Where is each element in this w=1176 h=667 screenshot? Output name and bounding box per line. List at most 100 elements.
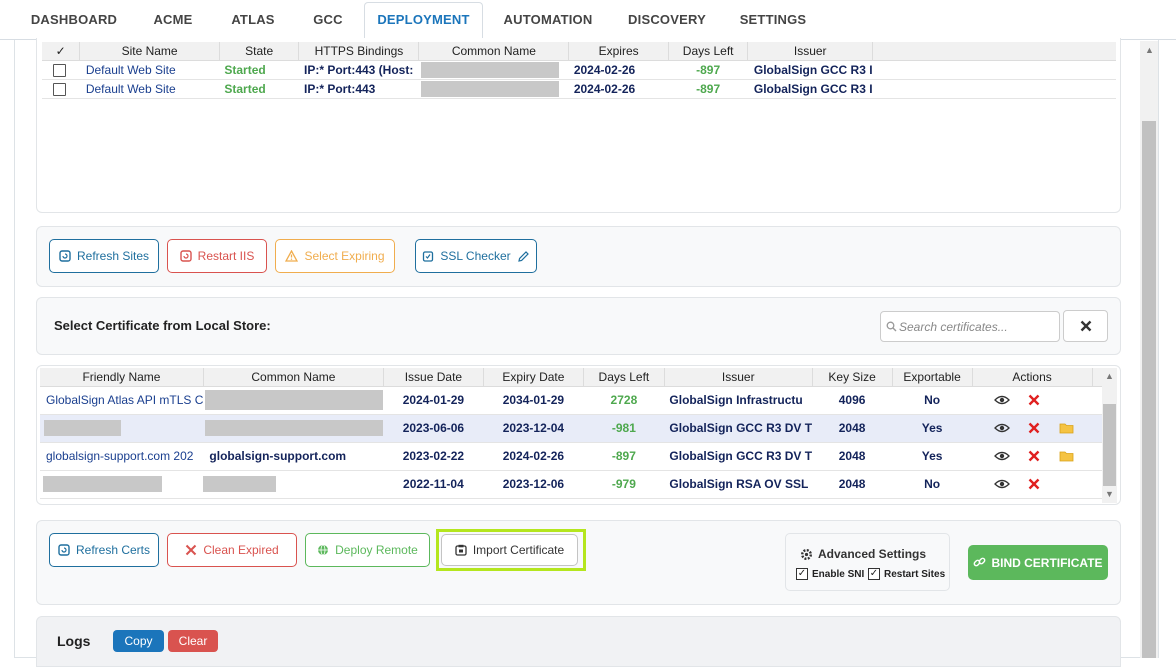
redacted-friendly-name [43,476,162,492]
copy-logs-button[interactable]: Copy [113,630,164,652]
certs-header-friendly-name[interactable]: Friendly Name [40,368,204,387]
site-row-checkbox[interactable] [53,82,66,96]
view-eye-icon[interactable] [992,446,1012,466]
certificate-row[interactable]: globalsign-support.com 202 globalsign-su… [40,442,1104,471]
delete-x-icon[interactable] [1024,390,1044,410]
delete-x-icon[interactable] [1024,474,1044,494]
enable-sni-option[interactable]: ✓ Enable SNI [796,568,864,580]
refresh-sites-button[interactable]: Refresh Sites [49,239,159,273]
cert-expiry-date: 2024-02-26 [483,442,584,471]
certs-header-exportable[interactable]: Exportable [892,368,973,387]
view-eye-icon[interactable] [992,390,1012,410]
site-https-bindings: IP:* Port:443 [298,79,419,99]
deploy-remote-button[interactable]: Deploy Remote [305,533,430,567]
refresh-certs-button[interactable]: Refresh Certs [49,533,159,567]
cert-friendly-name: globalsign-support.com 202 [40,442,204,471]
globe-icon [317,544,329,556]
main-scrollbar[interactable]: ▲ [1140,41,1158,658]
tab-dashboard[interactable]: DASHBOARD [20,3,128,40]
certificates-scrollbar[interactable]: ▲ ▼ [1102,368,1117,503]
restart-sites-option[interactable]: ✓ Restart Sites [868,568,945,580]
restart-sites-checkbox[interactable]: ✓ [868,568,880,580]
tab-discovery[interactable]: DISCOVERY [620,3,714,40]
cert-days-left: -897 [583,442,665,471]
restart-iis-button[interactable]: Restart IIS [167,239,267,273]
cert-issue-date: 2022-11-04 [383,470,484,499]
certificate-row[interactable]: GlobalSign Atlas API mTLS C 2024-01-29 2… [40,386,1104,415]
advanced-settings-panel: Advanced Settings ✓ Enable SNI ✓ Restart… [785,533,950,591]
import-certificate-button[interactable]: Import Certificate [441,534,578,566]
tab-atlas[interactable]: ATLAS [220,3,286,40]
certs-header-days-left[interactable]: Days Left [583,368,665,387]
cert-exportable: No [892,386,973,415]
certificate-row[interactable]: 2022-11-04 2023-12-06 -979 GlobalSign RS… [40,470,1104,499]
cert-expiry-date: 2023-12-06 [483,470,584,499]
redacted-common-name [203,476,277,492]
sites-header-common-name[interactable]: Common Name [418,42,570,61]
clear-search-button[interactable] [1063,310,1108,342]
view-eye-icon[interactable] [992,474,1012,494]
clean-expired-button[interactable]: Clean Expired [167,533,297,567]
sites-header-days-left[interactable]: Days Left [668,42,749,61]
tab-deployment[interactable]: DEPLOYMENT [364,2,483,41]
site-row[interactable]: Default Web Site Started IP:* Port:443 2… [42,79,1116,99]
certs-header-expiry-date[interactable]: Expiry Date [483,368,584,387]
cert-days-left: -981 [583,414,665,443]
app-root: DASHBOARD ACME ATLAS GCC DEPLOYMENT AUTO… [0,0,1176,667]
certs-header-common-name[interactable]: Common Name [203,368,384,387]
bind-certificate-button[interactable]: BIND CERTIFICATE [968,545,1108,580]
select-expiring-button[interactable]: Select Expiring [275,239,395,273]
sites-header-issuer[interactable]: Issuer [747,42,874,61]
certs-header-issue-date[interactable]: Issue Date [383,368,484,387]
certificates-scrollbar-thumb[interactable] [1103,404,1116,486]
bind-certificate-label: BIND CERTIFICATE [991,555,1103,570]
site-row[interactable]: Default Web Site Started IP:* Port:443 (… [42,60,1116,80]
sites-header-site-name[interactable]: Site Name [79,42,220,61]
scrollbar-thumb[interactable] [1142,121,1156,658]
site-row-checkbox[interactable] [53,63,66,77]
chevron-down-icon[interactable]: ▼ [1105,489,1114,499]
certificate-row[interactable]: 2023-06-06 2023-12-04 -981 GlobalSign GC… [40,414,1104,443]
cert-days-left: 2728 [583,386,665,415]
export-folder-icon[interactable] [1057,446,1077,466]
redacted-common-name [420,80,559,97]
clear-logs-button[interactable]: Clear [168,630,218,652]
certs-header-issuer[interactable]: Issuer [664,368,813,387]
redacted-common-name [205,420,384,436]
delete-x-icon[interactable] [1024,418,1044,438]
redacted-friendly-name [44,420,121,436]
enable-sni-label: Enable SNI [812,568,865,580]
cert-key-size: 2048 [812,442,893,471]
gear-icon [800,548,813,561]
sites-header-https-bindings[interactable]: HTTPS Bindings [298,42,420,61]
certificate-search[interactable] [880,311,1060,342]
warning-icon [285,250,299,262]
export-folder-icon[interactable] [1057,418,1077,438]
certs-header-key-size[interactable]: Key Size [812,368,893,387]
sites-header-expires[interactable]: Expires [568,42,669,61]
ssl-checker-button[interactable]: SSL Checker [415,239,537,273]
tab-automation[interactable]: AUTOMATION [495,3,601,40]
tab-acme[interactable]: ACME [140,3,206,40]
sites-header-check[interactable]: ✓ [42,42,81,61]
cert-actions [972,470,1093,499]
tab-settings[interactable]: SETTINGS [730,3,816,40]
cert-issuer: GlobalSign GCC R3 DV T [664,414,813,443]
enable-sni-checkbox[interactable]: ✓ [796,568,808,580]
cert-key-size: 2048 [812,414,893,443]
refresh-icon [59,250,71,262]
chevron-up-icon[interactable]: ▲ [1105,371,1114,381]
certificate-check-icon [422,250,434,262]
advanced-settings-title[interactable]: Advanced Settings [800,547,926,561]
certificate-search-input[interactable] [899,317,1054,337]
delete-x-icon[interactable] [1024,446,1044,466]
cert-issuer: GlobalSign GCC R3 DV T [664,442,813,471]
sites-header-state[interactable]: State [219,42,300,61]
link-icon [973,556,986,569]
tab-gcc[interactable]: GCC [300,3,356,40]
view-eye-icon[interactable] [992,418,1012,438]
refresh-icon [58,544,70,556]
scroll-up-icon[interactable]: ▲ [1145,45,1154,55]
certs-header-actions: Actions [972,368,1093,387]
cert-friendly-name: GlobalSign Atlas API mTLS C [40,386,204,415]
